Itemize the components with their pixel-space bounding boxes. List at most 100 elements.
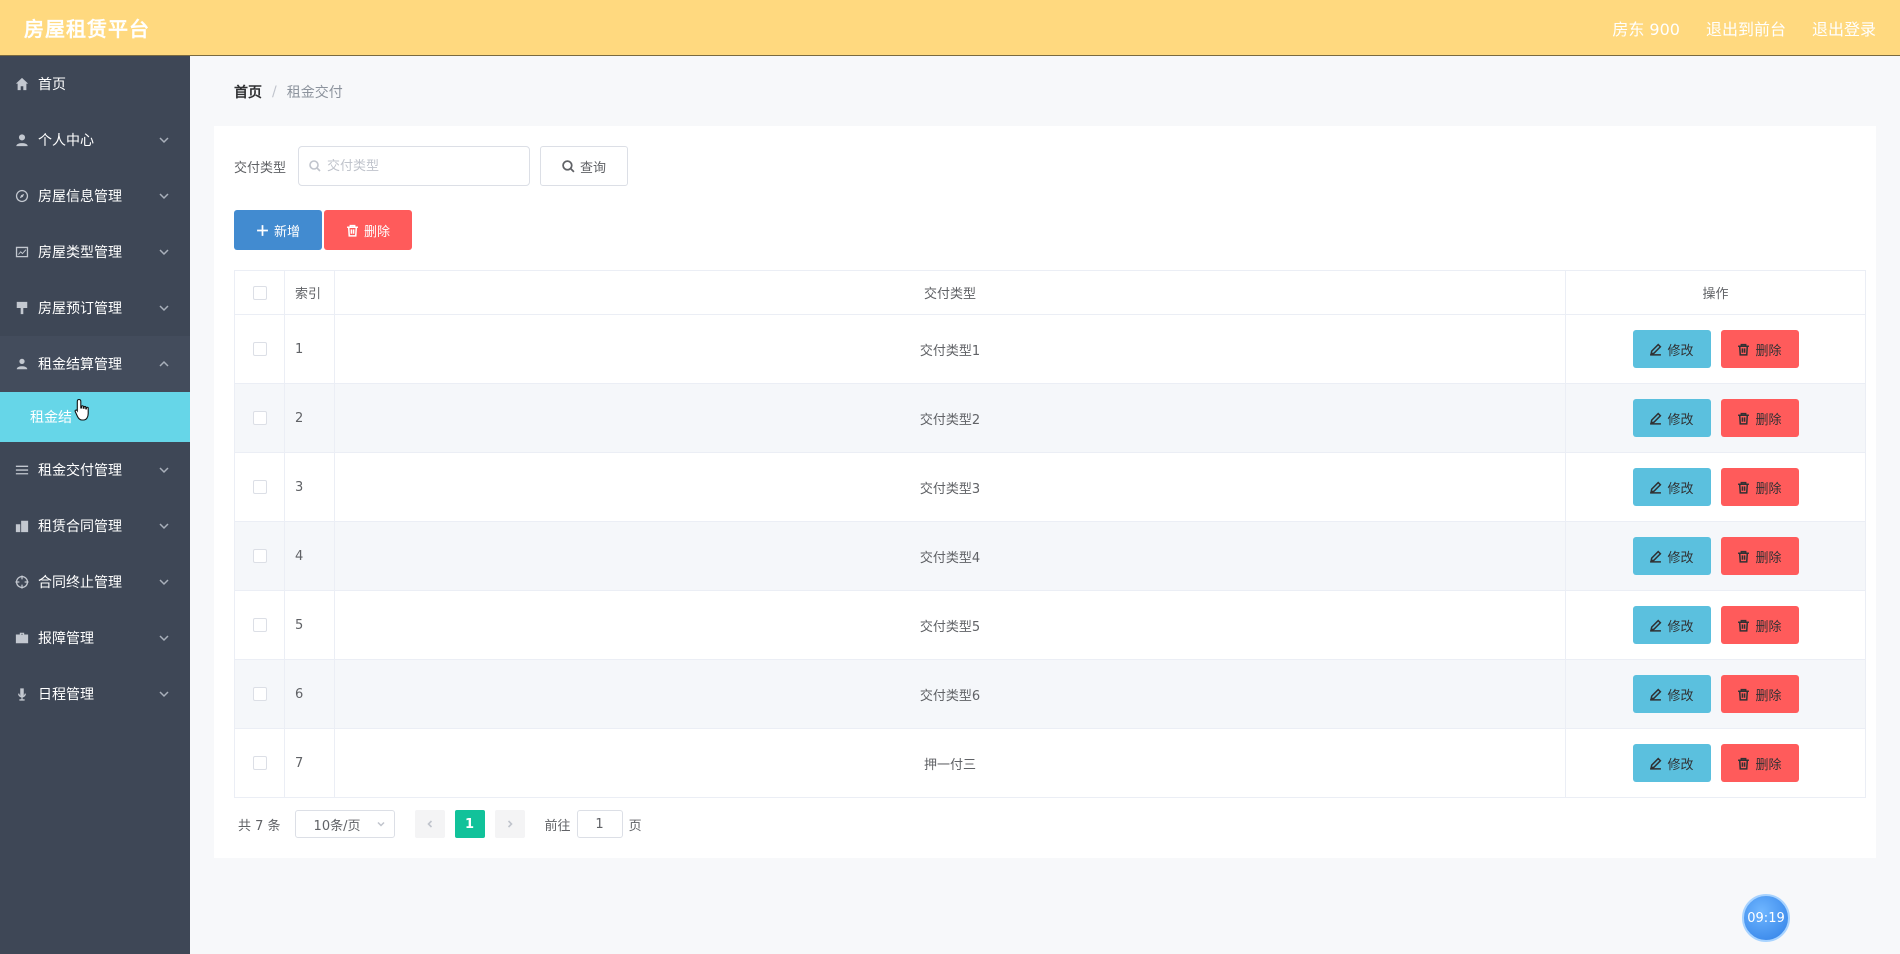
next-page-button[interactable]: [494, 810, 525, 838]
goto-page-input[interactable]: [576, 810, 623, 838]
delete-button[interactable]: 删除: [1720, 744, 1799, 782]
edit-icon: [1650, 619, 1662, 632]
row-checkbox[interactable]: [252, 618, 267, 632]
sidebar-item-schedule[interactable]: 日程管理: [0, 666, 190, 722]
row-index: 6: [284, 659, 335, 729]
brush-icon: [14, 300, 30, 316]
row-type: 交付类型2: [334, 383, 1566, 453]
mic-icon: [14, 686, 30, 702]
logout-link[interactable]: 退出登录: [1812, 16, 1876, 40]
row-index: 1: [284, 314, 335, 384]
delete-button[interactable]: 删除: [1720, 537, 1799, 575]
table-row: 5 交付类型5 修改 删除: [234, 590, 1866, 660]
delete-button[interactable]: 删除: [1720, 468, 1799, 506]
row-actions: 修改 删除: [1565, 383, 1866, 453]
query-button[interactable]: 查询: [540, 146, 629, 186]
edit-button[interactable]: 修改: [1632, 675, 1711, 713]
sidebar-item-profile[interactable]: 个人中心: [0, 112, 190, 168]
chevron-down-icon: [377, 821, 385, 827]
search-icon: [562, 159, 575, 173]
chevron-right-icon: [507, 820, 513, 828]
sidebar-item-fault-report[interactable]: 报障管理: [0, 610, 190, 666]
trash-icon: [1738, 619, 1750, 632]
row-checkbox[interactable]: [252, 756, 267, 770]
chevron-down-icon: [158, 576, 170, 588]
edit-button[interactable]: 修改: [1632, 606, 1711, 644]
building-icon: [14, 518, 30, 534]
edit-icon: [1650, 481, 1662, 494]
edit-button-label: 修改: [1667, 343, 1694, 359]
chevron-down-icon: [158, 190, 170, 202]
row-actions: 修改 删除: [1565, 590, 1866, 660]
current-user[interactable]: 房东 900: [1612, 16, 1680, 40]
add-button-label: 新增: [273, 224, 300, 240]
row-checkbox[interactable]: [252, 480, 267, 494]
delete-button[interactable]: 删除: [1720, 330, 1799, 368]
page-size-select[interactable]: 10条/页: [294, 810, 395, 838]
sidebar-item-house-info[interactable]: 房屋信息管理: [0, 168, 190, 224]
page-size-value: 10条/页: [313, 818, 361, 834]
sidebar-item-home[interactable]: 首页: [0, 56, 190, 112]
row-checkbox[interactable]: [252, 549, 267, 563]
edit-button[interactable]: 修改: [1632, 744, 1711, 782]
breadcrumb-home[interactable]: 首页: [234, 82, 262, 102]
clock-badge[interactable]: 09:19: [1742, 894, 1790, 942]
row-type: 交付类型4: [334, 521, 1566, 591]
edit-icon: [1650, 343, 1662, 356]
sidebar-item-label: 合同终止管理: [38, 575, 122, 591]
row-checkbox[interactable]: [252, 687, 267, 701]
edit-button[interactable]: 修改: [1632, 330, 1711, 368]
row-index: 7: [284, 728, 335, 798]
delete-button[interactable]: 删除: [1720, 675, 1799, 713]
row-checkbox[interactable]: [252, 411, 267, 425]
header-select-all[interactable]: [234, 270, 285, 315]
search-input-wrapper[interactable]: [298, 146, 531, 186]
delete-button[interactable]: 删除: [1720, 399, 1799, 437]
chevron-down-icon: [158, 302, 170, 314]
row-select-cell: [234, 452, 285, 522]
delete-button-label: 删除: [1755, 343, 1782, 359]
sidebar-item-booking[interactable]: 房屋预订管理: [0, 280, 190, 336]
user-icon: [14, 132, 30, 148]
search-row: 交付类型 查询: [234, 146, 629, 186]
compass-icon: [14, 188, 30, 204]
edit-button[interactable]: 修改: [1632, 537, 1711, 575]
search-input[interactable]: [327, 158, 508, 174]
row-checkbox[interactable]: [252, 342, 267, 356]
select-all-checkbox[interactable]: [252, 285, 267, 300]
sidebar-item-label: 租赁合同管理: [38, 519, 122, 535]
header-index: 索引: [284, 270, 335, 315]
prev-page-button[interactable]: [414, 810, 445, 838]
row-select-cell: [234, 728, 285, 798]
edit-button[interactable]: 修改: [1632, 399, 1711, 437]
row-type: 交付类型3: [334, 452, 1566, 522]
search-icon: [309, 160, 321, 172]
table-row: 4 交付类型4 修改 删除: [234, 521, 1866, 591]
row-index: 2: [284, 383, 335, 453]
delete-button[interactable]: 删除: [1720, 606, 1799, 644]
exit-to-front-link[interactable]: 退出到前台: [1706, 16, 1786, 40]
chevron-left-icon: [426, 820, 432, 828]
row-actions: 修改 删除: [1565, 314, 1866, 384]
page-number-active[interactable]: 1: [454, 810, 485, 838]
header-operation: 操作: [1565, 270, 1866, 315]
breadcrumb: 首页 / 租金交付: [234, 82, 343, 102]
bulk-delete-button[interactable]: 删除: [324, 210, 412, 250]
row-actions: 修改 删除: [1565, 659, 1866, 729]
sidebar-item-contract-termination[interactable]: 合同终止管理: [0, 554, 190, 610]
chevron-down-icon: [158, 464, 170, 476]
add-button[interactable]: 新增: [234, 210, 322, 250]
sidebar-item-rent-settlement[interactable]: 租金结算管理: [0, 336, 190, 392]
delete-button-label: 删除: [1755, 481, 1782, 497]
sidebar-item-lease-contract[interactable]: 租赁合同管理: [0, 498, 190, 554]
submenu-item-rent-settlement[interactable]: 租金结: [0, 392, 190, 442]
sidebar-item-rent-payment[interactable]: 租金交付管理: [0, 442, 190, 498]
sidebar-item-house-type[interactable]: 房屋类型管理: [0, 224, 190, 280]
row-index: 3: [284, 452, 335, 522]
bulk-delete-button-label: 删除: [363, 224, 390, 240]
edit-button[interactable]: 修改: [1632, 468, 1711, 506]
payment-type-table: 索引 交付类型 操作 1 交付类型1 修改 删除 2 交付类型2 修改 删除 3…: [234, 270, 1866, 798]
row-type: 押一付三: [334, 728, 1566, 798]
row-type: 交付类型5: [334, 590, 1566, 660]
breadcrumb-current: 租金交付: [286, 85, 343, 101]
